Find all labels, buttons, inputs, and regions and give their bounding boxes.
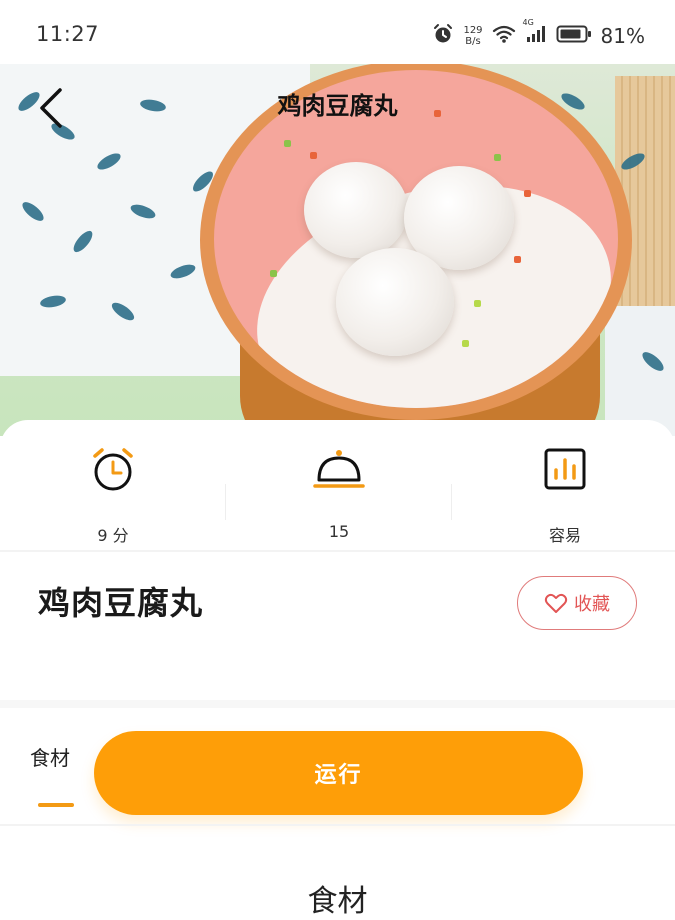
stat-cook-time: 9 分 [0, 442, 226, 552]
serving-dome-icon [313, 450, 365, 488]
header-title: 鸡肉豆腐丸 [277, 92, 398, 120]
net-speed-value: 129 [463, 25, 483, 36]
recipe-card: 9 分 15 容易 鸡肉豆腐丸 收藏 食材 运行 食材 [0, 420, 675, 919]
heart-icon [544, 593, 568, 613]
garnish [514, 256, 521, 263]
favorite-label: 收藏 [574, 594, 610, 615]
signal-type: 4G [522, 18, 534, 27]
stat-difficulty: 容易 [452, 442, 675, 552]
wifi-icon [492, 24, 516, 48]
meatball [336, 248, 454, 356]
alarm-icon [432, 23, 454, 49]
garnish [310, 152, 317, 159]
garnish [494, 154, 501, 161]
stat-difficulty-label: 容易 [548, 526, 581, 545]
garnish [270, 270, 277, 277]
battery-percent: 81% [600, 24, 645, 48]
section-gap [0, 700, 675, 708]
favorite-button[interactable]: 收藏 [517, 576, 637, 630]
garnish [474, 300, 481, 307]
recipe-stats: 9 分 15 容易 [0, 442, 675, 552]
meatball [304, 162, 408, 258]
net-speed: 129 B/s [463, 25, 482, 47]
divider [0, 550, 675, 552]
garnish [462, 340, 469, 347]
net-speed-unit: B/s [465, 36, 481, 47]
divider [0, 824, 675, 826]
stat-servings: 15 [226, 442, 452, 552]
status-icons: 129 B/s 4G 81% [432, 18, 645, 52]
garnish [284, 140, 291, 147]
battery-icon [556, 24, 592, 48]
tab-active-indicator [38, 803, 74, 807]
signal-icon: 4G [523, 18, 547, 48]
ingredients-section-heading: 食材 [307, 884, 368, 919]
stat-cook-time-label: 9 分 [97, 526, 129, 545]
garnish [524, 190, 531, 197]
run-button-label: 运行 [314, 763, 363, 788]
status-time: 11:27 [36, 22, 100, 46]
status-bar: 11:27 129 B/s 4G 81% [0, 0, 675, 64]
difficulty-chart-icon [544, 448, 586, 490]
alarm-clock-icon [93, 448, 133, 491]
run-button[interactable]: 运行 [94, 731, 583, 815]
stat-servings-label: 15 [328, 522, 350, 541]
recipe-title: 鸡肉豆腐丸 [38, 584, 204, 622]
tab-ingredients[interactable]: 食材 [30, 742, 70, 771]
